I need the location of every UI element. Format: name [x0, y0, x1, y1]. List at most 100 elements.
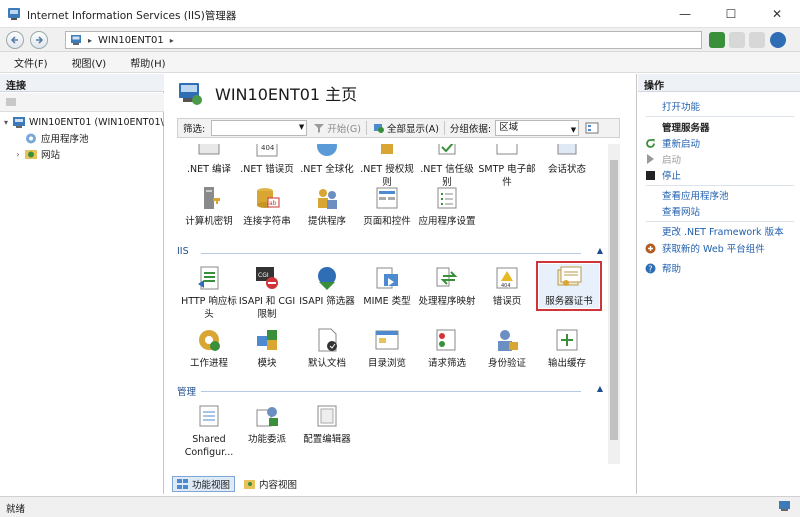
- maximize-button[interactable]: ☐: [708, 0, 754, 28]
- feature-http-response-headers[interactable]: HTTP 响应标头: [179, 264, 239, 321]
- feature-isapi-filters[interactable]: ISAPI 筛选器: [297, 264, 357, 308]
- address-path-text: WIN10ENT01: [98, 34, 164, 46]
- feature-app-settings[interactable]: 应用程序设置: [417, 184, 477, 228]
- go-label: 开始(G): [327, 124, 361, 135]
- providers-icon: [313, 184, 341, 212]
- feature-worker-processes[interactable]: 工作进程: [179, 326, 239, 370]
- open-feature-link[interactable]: 打开功能: [644, 99, 796, 113]
- view-sites-link[interactable]: 查看网站: [644, 204, 796, 218]
- tree-node-server[interactable]: ▾ WIN10ENT01 (WIN10ENT01\: [0, 114, 164, 130]
- feature-modules[interactable]: 模块: [237, 326, 297, 370]
- feature-machine-key[interactable]: 计算机密钥: [179, 184, 239, 228]
- divider: [646, 116, 794, 117]
- actions-header: 操作: [638, 74, 800, 92]
- stop-link[interactable]: 停止: [644, 168, 796, 182]
- collapse-icon[interactable]: ▾: [0, 118, 12, 127]
- feature-connection-strings[interactable]: ab 连接字符串: [237, 184, 297, 228]
- menu-file[interactable]: 文件(F): [0, 55, 58, 70]
- refresh-icon[interactable]: [709, 32, 725, 48]
- features-scrollbar[interactable]: [608, 144, 620, 464]
- features-view-tab[interactable]: 功能视图: [172, 476, 236, 492]
- get-web-platform-link[interactable]: 获取新的 Web 平台组件: [644, 241, 796, 255]
- show-all-button[interactable]: 全部显示(A): [373, 121, 439, 135]
- close-button[interactable]: ✕: [754, 0, 800, 28]
- feature-default-document[interactable]: 默认文档: [297, 326, 357, 370]
- feature-label: 输出缓存: [547, 358, 586, 369]
- change-net-version-link[interactable]: 更改 .NET Framework 版本: [644, 224, 796, 238]
- feature-mime-types[interactable]: MIME 类型: [357, 264, 417, 308]
- content-view-label: 内容视图: [259, 480, 298, 491]
- show-all-label: 全部显示(A): [386, 124, 439, 135]
- feature-label: 提供程序: [307, 216, 346, 227]
- request-filtering-icon: [433, 326, 461, 354]
- path-separator-icon[interactable]: ▸: [170, 36, 174, 45]
- feature-authentication[interactable]: 身份验证: [477, 326, 537, 370]
- feature-label: Shared Configur...: [184, 434, 234, 458]
- feature-error-pages[interactable]: 404 错误页: [477, 264, 537, 308]
- go-button[interactable]: 开始(G): [313, 121, 361, 135]
- connect-icon[interactable]: [5, 96, 17, 108]
- forward-button[interactable]: [30, 31, 48, 49]
- action-label: 查看网站: [662, 207, 701, 218]
- divider: [365, 121, 367, 135]
- divider: [646, 185, 794, 186]
- feature-net-globalization[interactable]: .NET 全球化: [297, 144, 357, 176]
- feature-pages-and-controls[interactable]: 页面和控件: [357, 184, 417, 228]
- feature-configuration-editor[interactable]: 配置编辑器: [297, 402, 357, 446]
- feature-net-compile[interactable]: .NET 编译: [179, 144, 239, 176]
- collapse-group-icon[interactable]: ▲: [597, 384, 603, 393]
- app-pools-icon: [26, 133, 36, 143]
- back-button[interactable]: [6, 31, 24, 49]
- connections-toolbar: [0, 93, 164, 112]
- group-header-iis: IIS ▲: [177, 246, 607, 260]
- feature-smtp-email[interactable]: SMTP 电子邮件: [477, 144, 537, 189]
- modules-icon: [253, 326, 281, 354]
- group-by-select[interactable]: 区域 ▼: [495, 120, 580, 136]
- feature-shared-configuration[interactable]: Shared Configur...: [179, 402, 239, 459]
- filter-input[interactable]: ▼: [211, 120, 308, 136]
- view-app-pools-link[interactable]: 查看应用程序池: [644, 188, 796, 202]
- collapse-group-icon[interactable]: ▲: [597, 246, 603, 255]
- divider: [646, 221, 794, 222]
- feature-label: HTTP 响应标头: [181, 296, 237, 320]
- feature-request-filtering[interactable]: 请求筛选: [417, 326, 477, 370]
- tree-node-sites[interactable]: › 网站: [0, 146, 164, 162]
- content-view-tab[interactable]: 内容视图: [239, 476, 302, 492]
- menu-help[interactable]: 帮助(H): [116, 55, 175, 70]
- help-link[interactable]: ? 帮助: [644, 261, 796, 275]
- restart-link[interactable]: 重新启动: [644, 136, 796, 150]
- feature-delegation[interactable]: 功能委派: [237, 402, 297, 446]
- feature-label: .NET 全球化: [300, 164, 354, 175]
- minimize-button[interactable]: —: [662, 0, 708, 28]
- feature-net-trust-levels[interactable]: .NET 信任级别: [417, 144, 477, 189]
- menu-view[interactable]: 视图(V): [58, 55, 117, 70]
- feature-net-authorization[interactable]: .NET 授权规则: [357, 144, 417, 189]
- feature-label: 计算机密钥: [185, 216, 233, 227]
- feature-providers[interactable]: 提供程序: [297, 184, 357, 228]
- view-mode-icon[interactable]: [585, 122, 599, 134]
- status-bar: 就绪: [0, 496, 800, 517]
- action-label: 获取新的 Web 平台组件: [662, 244, 765, 255]
- restart-icon: [644, 137, 656, 149]
- feature-label: 服务器证书: [545, 296, 593, 307]
- lock-icon: [373, 144, 401, 160]
- feature-net-error-pages[interactable]: 404 .NET 错误页: [237, 144, 297, 176]
- address-path[interactable]: ▸ WIN10ENT01 ▸: [65, 31, 702, 49]
- home-icon[interactable]: [749, 32, 765, 48]
- expand-icon[interactable]: ›: [12, 150, 24, 159]
- feature-output-caching[interactable]: 输出缓存: [537, 326, 597, 370]
- action-heading: 管理服务器: [662, 123, 710, 134]
- help-icon[interactable]: [770, 32, 786, 48]
- tree-label: 网站: [41, 150, 61, 161]
- feature-server-certificates[interactable]: 服务器证书: [536, 261, 602, 311]
- feature-isapi-cgi-restrictions[interactable]: CGI ISAPI 和 CGI 限制: [237, 264, 297, 321]
- feature-handler-mappings[interactable]: 处理程序映射: [417, 264, 477, 308]
- start-link[interactable]: 启动: [644, 152, 796, 166]
- tree-node-app-pools[interactable]: 应用程序池: [0, 130, 164, 146]
- database-icon: ab: [253, 184, 281, 212]
- stop-icon[interactable]: [729, 32, 745, 48]
- scrollbar-thumb[interactable]: [610, 160, 618, 440]
- feature-directory-browsing[interactable]: 目录浏览: [357, 326, 417, 370]
- feature-session-state[interactable]: 会话状态: [537, 144, 597, 176]
